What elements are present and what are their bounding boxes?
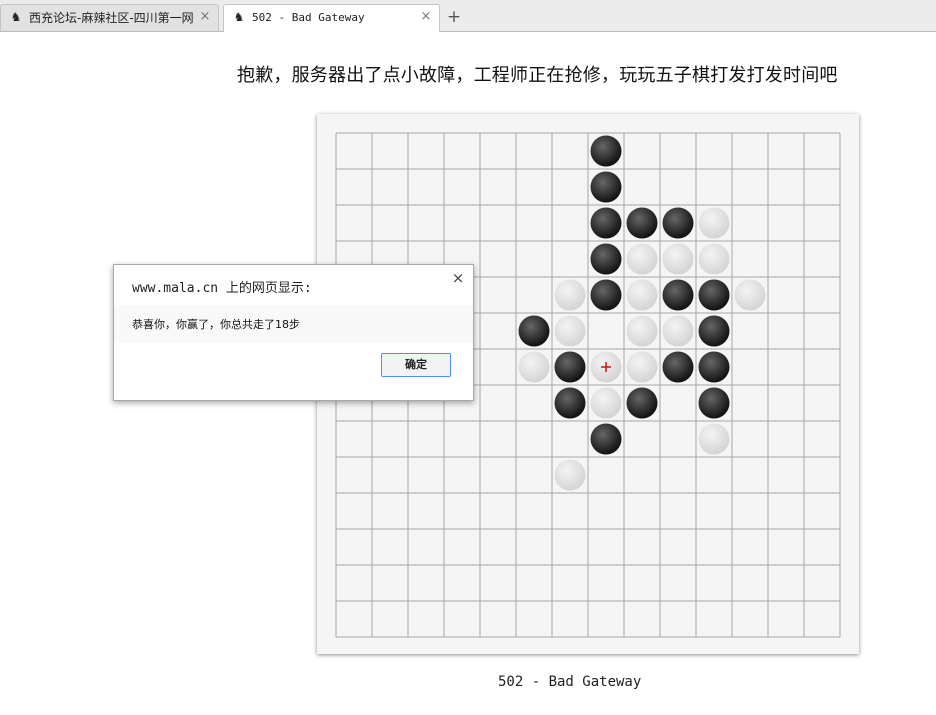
site-favicon-icon: ♞	[10, 10, 22, 24]
tab-bad-gateway[interactable]: ♞ 502 - Bad Gateway ×	[223, 4, 440, 32]
black-stone	[626, 207, 658, 239]
black-stone	[698, 315, 730, 347]
dialog-message: 恭喜你，你赢了，你总共走了18步	[132, 318, 300, 331]
tab-title: 502 - Bad Gateway	[252, 11, 365, 24]
black-stone	[662, 351, 694, 383]
black-stone	[662, 207, 694, 239]
page-footer: 502 - Bad Gateway	[498, 674, 642, 690]
black-stone	[590, 171, 622, 203]
dialog-close-icon[interactable]: ×	[451, 271, 465, 286]
black-stone	[698, 351, 730, 383]
black-stone	[626, 387, 658, 419]
site-favicon-icon: ♞	[233, 10, 245, 24]
new-tab-button[interactable]: +	[442, 7, 466, 29]
white-stone	[626, 279, 658, 311]
black-stone	[554, 387, 586, 419]
white-stone	[554, 279, 586, 311]
ok-button[interactable]: 确定	[381, 353, 451, 377]
black-stone	[518, 315, 550, 347]
alert-dialog: www.mala.cn 上的网页显示: × 恭喜你，你赢了，你总共走了18步 确…	[113, 264, 474, 401]
white-stone	[662, 315, 694, 347]
white-stone	[554, 459, 586, 491]
black-stone	[590, 135, 622, 167]
white-stone	[626, 351, 658, 383]
black-stone	[698, 387, 730, 419]
tab-title: 西充论坛-麻辣社区-四川第一网	[29, 11, 194, 25]
tab-close-icon[interactable]: ×	[198, 10, 212, 24]
black-stone	[590, 423, 622, 455]
white-stone	[698, 423, 730, 455]
white-stone	[518, 351, 550, 383]
white-stone	[662, 243, 694, 275]
black-stone	[590, 279, 622, 311]
black-stone	[662, 279, 694, 311]
white-stone	[698, 243, 730, 275]
white-stone	[698, 207, 730, 239]
white-stone	[626, 315, 658, 347]
black-stone	[590, 243, 622, 275]
black-stone	[554, 351, 586, 383]
tab-close-icon[interactable]: ×	[419, 10, 433, 24]
white-stone	[626, 243, 658, 275]
black-stone	[590, 207, 622, 239]
black-stone	[698, 279, 730, 311]
page-headline: 抱歉，服务器出了点小故障，工程师正在抢修，玩玩五子棋打发打发时间吧	[237, 65, 838, 86]
white-stone	[554, 315, 586, 347]
dialog-body: 恭喜你，你赢了，你总共走了18步	[114, 305, 473, 343]
dialog-title: www.mala.cn 上的网页显示:	[132, 281, 312, 296]
white-stone	[590, 387, 622, 419]
tab-strip: ♞ 西充论坛-麻辣社区-四川第一网 × ♞ 502 - Bad Gateway …	[0, 0, 936, 32]
white-stone	[734, 279, 766, 311]
tab-mala-forum[interactable]: ♞ 西充论坛-麻辣社区-四川第一网 ×	[0, 4, 219, 31]
